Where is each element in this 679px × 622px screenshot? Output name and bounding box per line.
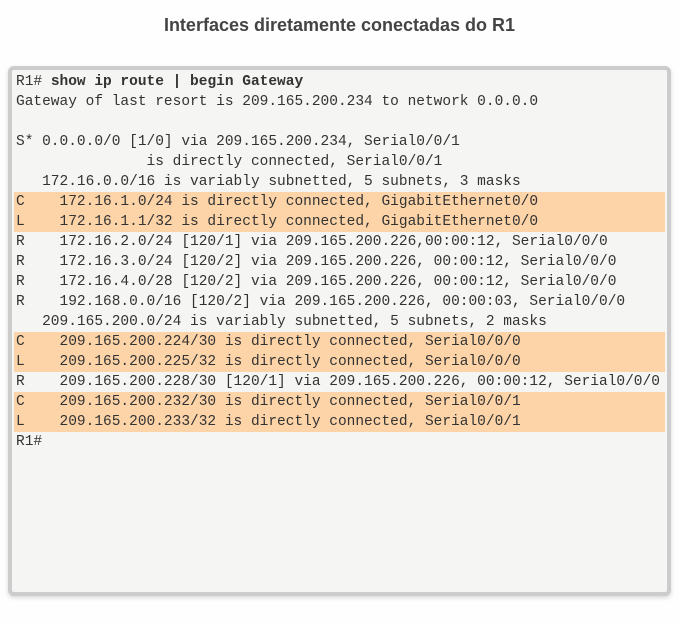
route-line: is directly connected, Serial0/0/1 [14, 152, 665, 172]
page-title: Interfaces diretamente conectadas do R1 [8, 15, 671, 36]
command-line: R1# show ip route | begin Gateway [14, 72, 665, 92]
route-line: R 172.16.2.0/24 [120/1] via 209.165.200.… [14, 232, 665, 252]
route-line-highlighted: C 172.16.1.0/24 is directly connected, G… [14, 192, 665, 212]
route-line-highlighted: C 209.165.200.232/30 is directly connect… [14, 392, 665, 412]
cli-prompt-end: R1# [14, 432, 665, 452]
route-line [14, 112, 665, 132]
route-line: R 192.168.0.0/16 [120/2] via 209.165.200… [14, 292, 665, 312]
route-line: R 172.16.4.0/28 [120/2] via 209.165.200.… [14, 272, 665, 292]
route-line-highlighted: L 209.165.200.225/32 is directly connect… [14, 352, 665, 372]
cli-prompt: R1# [16, 74, 51, 90]
route-line: Gateway of last resort is 209.165.200.23… [14, 92, 665, 112]
route-line: S* 0.0.0.0/0 [1/0] via 209.165.200.234, … [14, 132, 665, 152]
cli-command: show ip route | begin Gateway [51, 74, 303, 90]
route-line: R 209.165.200.228/30 [120/1] via 209.165… [14, 372, 665, 392]
terminal-window: R1# show ip route | begin Gateway Gatewa… [8, 66, 671, 596]
route-line: 209.165.200.0/24 is variably subnetted, … [14, 312, 665, 332]
route-line-highlighted: L 209.165.200.233/32 is directly connect… [14, 412, 665, 432]
route-line-highlighted: L 172.16.1.1/32 is directly connected, G… [14, 212, 665, 232]
route-line: R 172.16.3.0/24 [120/2] via 209.165.200.… [14, 252, 665, 272]
route-line-highlighted: C 209.165.200.224/30 is directly connect… [14, 332, 665, 352]
terminal-output: Gateway of last resort is 209.165.200.23… [14, 92, 665, 432]
route-line: 172.16.0.0/16 is variably subnetted, 5 s… [14, 172, 665, 192]
